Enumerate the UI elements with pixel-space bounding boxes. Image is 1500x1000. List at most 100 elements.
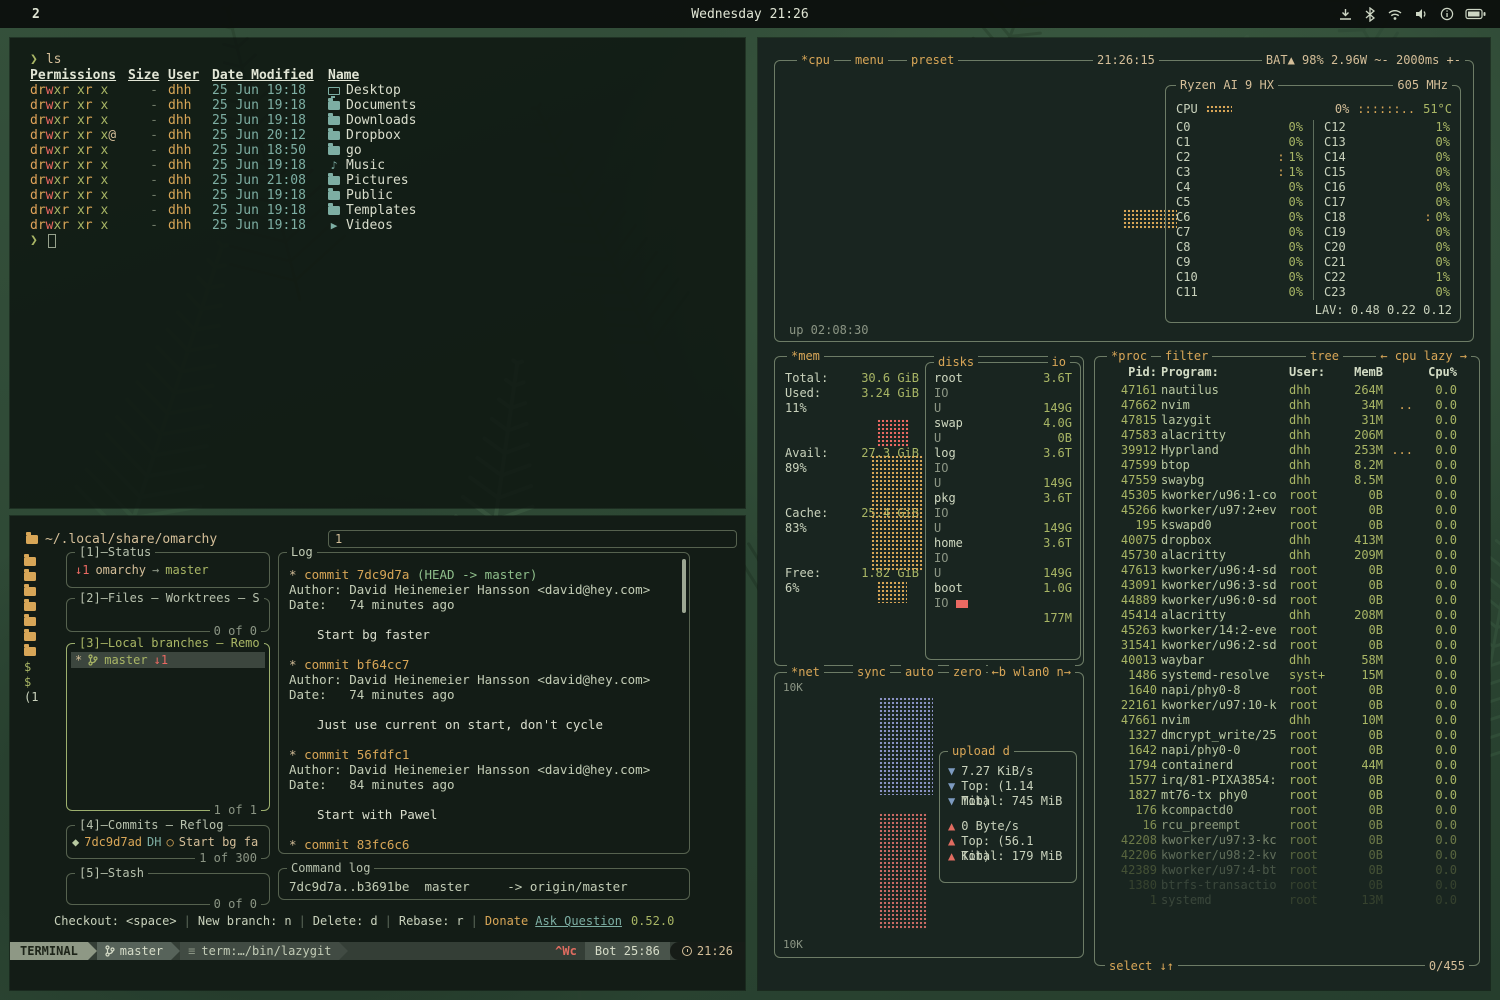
- scrollbar[interactable]: [682, 559, 686, 613]
- keybind-key[interactable]: d: [370, 914, 377, 928]
- log-line[interactable]: Start bg faster: [289, 627, 679, 642]
- process-row[interactable]: 1486systemd-resolvesyst+15M0.0: [1099, 668, 1475, 683]
- process-row[interactable]: 45266kworker/u97:2+evroot0B0.0: [1099, 503, 1475, 518]
- process-row[interactable]: 1640napi/phy0-8root0B0.0: [1099, 683, 1475, 698]
- files-panel[interactable]: [2]—Files — Worktrees — S 0 of 0: [66, 598, 270, 632]
- terminal-window-ls[interactable]: ❯ls Permissions Size User Date Modified …: [10, 38, 745, 508]
- header-program[interactable]: Program:: [1161, 365, 1285, 380]
- ask-question-link[interactable]: Ask Question: [535, 914, 622, 928]
- zero-button[interactable]: zero: [949, 665, 986, 679]
- log-line[interactable]: Author: David Heinemeier Hansson <david@…: [289, 672, 679, 687]
- process-row[interactable]: 195kswapd0root0B0.0: [1099, 518, 1475, 533]
- tree-folder-item[interactable]: [24, 644, 62, 659]
- process-row[interactable]: 45305kworker/u96:1-coroot0B0.0: [1099, 488, 1475, 503]
- process-row[interactable]: 47815lazygitdhh31M0.0: [1099, 413, 1475, 428]
- tree-folder-item[interactable]: [24, 569, 62, 584]
- keybind-key[interactable]: <space>: [126, 914, 177, 928]
- stash-panel[interactable]: [5]—Stash 0 of 0: [66, 873, 270, 905]
- net-panel[interactable]: *net sync auto zero ←b wlan0 n→ 10K 10K …: [774, 672, 1084, 958]
- header-pid[interactable]: Pid:: [1107, 365, 1157, 380]
- process-row[interactable]: 45263kworker/14:2-everoot0B0.0: [1099, 623, 1475, 638]
- wifi-icon[interactable]: [1387, 7, 1403, 21]
- cpu-panel[interactable]: *cpu menu preset 21:26:15 BAT▲ 98% 2.96W…: [774, 60, 1474, 342]
- menu-button[interactable]: menu: [851, 53, 888, 67]
- process-row[interactable]: 45414alacrittydhh208M0.0: [1099, 608, 1475, 623]
- tab-box[interactable]: 1: [328, 530, 737, 548]
- process-row[interactable]: 1systemdroot13M0.0: [1099, 893, 1475, 908]
- process-row[interactable]: 1327dmcrypt_write/25root0B0.0: [1099, 728, 1475, 743]
- log-line[interactable]: [289, 822, 679, 837]
- topbar-clock[interactable]: Wednesday 21:26: [691, 7, 808, 22]
- process-row[interactable]: 39912Hyprlanddhh253M...0.0: [1099, 443, 1475, 458]
- btop-window[interactable]: *cpu menu preset 21:26:15 BAT▲ 98% 2.96W…: [758, 38, 1490, 990]
- log-panel[interactable]: Log * commit 7dc9d7a (HEAD -> master)Aut…: [278, 552, 690, 854]
- commits-panel[interactable]: [4]—Commits — Reflog ◆ 7dc9d7ad DH ○ Sta…: [66, 825, 270, 859]
- log-line[interactable]: * commit 83fc6c6: [289, 837, 679, 852]
- process-row[interactable]: 1827mt76-tx phy0root0B0.0: [1099, 788, 1475, 803]
- log-line[interactable]: Just use current on start, don't cycle: [289, 717, 679, 732]
- log-line[interactable]: [289, 732, 679, 747]
- command-log-panel[interactable]: Command log 7dc9d7a..b3691be master -> o…: [278, 868, 690, 900]
- process-row[interactable]: 42389kworker/u97:4-btroot0B0.0: [1099, 863, 1475, 878]
- log-line[interactable]: * commit bf64cc7: [289, 657, 679, 672]
- io-title[interactable]: io: [1048, 355, 1070, 369]
- process-row[interactable]: 1380btrfs-transactioroot0B0.0: [1099, 878, 1475, 893]
- header-user[interactable]: User:: [1289, 365, 1335, 380]
- process-row[interactable]: 40075dropboxdhh413M0.0: [1099, 533, 1475, 548]
- log-line[interactable]: Date: 84 minutes ago: [289, 777, 679, 792]
- commit-row[interactable]: ◆ 7dc9d7ad DH ○ Start bg fa: [72, 835, 258, 849]
- branch-row-selected[interactable]: * master ↓1: [71, 652, 265, 668]
- status-panel[interactable]: [1]—Status ↓1 omarchy → master: [66, 552, 270, 588]
- filter-button[interactable]: filter: [1161, 349, 1212, 363]
- proc-panel[interactable]: *proc filter tree ← cpu lazy → Pid: Prog…: [1094, 356, 1480, 966]
- tree-folder-item[interactable]: [24, 554, 62, 569]
- process-row[interactable]: 44889kworker/u96:0-sdroot0B0.0: [1099, 593, 1475, 608]
- download-tray-icon[interactable]: [1338, 7, 1353, 22]
- process-row[interactable]: 1794containerdroot44M0.0: [1099, 758, 1475, 773]
- bluetooth-icon[interactable]: [1364, 7, 1376, 22]
- header-cpu[interactable]: Cpu%: [1417, 365, 1457, 380]
- process-row[interactable]: 47583alacrittydhh206M0.0: [1099, 428, 1475, 443]
- process-row[interactable]: 45730alacrittydhh209M0.0: [1099, 548, 1475, 563]
- interface-selector[interactable]: ←b wlan0 n→: [988, 665, 1075, 679]
- donate-link[interactable]: Donate: [485, 914, 528, 928]
- log-line[interactable]: [289, 642, 679, 657]
- process-row[interactable]: 47662nvimdhh34M..0.0: [1099, 398, 1475, 413]
- sort-selector[interactable]: ← cpu lazy →: [1376, 349, 1471, 363]
- header-mem[interactable]: MemB: [1339, 365, 1383, 380]
- process-row[interactable]: 1577irq/81-PIXA3854:root0B0.0: [1099, 773, 1475, 788]
- select-hint[interactable]: select ↓↑: [1105, 959, 1178, 973]
- tree-folder-item[interactable]: [24, 584, 62, 599]
- process-row[interactable]: 42206kworker/u98:2-kvroot0B0.0: [1099, 848, 1475, 863]
- process-row[interactable]: 16rcu_preemptroot0B0.0: [1099, 818, 1475, 833]
- branches-panel[interactable]: [3]—Local branches — Remo * master ↓1 1 …: [66, 643, 270, 811]
- log-line[interactable]: [289, 612, 679, 627]
- info-icon[interactable]: [1440, 7, 1454, 21]
- lazygit-window[interactable]: ~/.local/share/omarchy 1 $$(1 [1]—Status…: [10, 516, 745, 990]
- log-line[interactable]: Date: 74 minutes ago: [289, 687, 679, 702]
- process-row[interactable]: 31541kworker/u96:2-sdroot0B0.0: [1099, 638, 1475, 653]
- tree-folder-item[interactable]: [24, 599, 62, 614]
- commit-log[interactable]: * commit 7dc9d7a (HEAD -> master)Author:…: [289, 567, 679, 852]
- tree-button[interactable]: tree: [1306, 349, 1343, 363]
- battery-status[interactable]: BAT▲ 98% 2.96W ~- 2000ms +-: [1262, 53, 1465, 67]
- log-line[interactable]: Date: 74 minutes ago: [289, 597, 679, 612]
- auto-button[interactable]: auto: [901, 665, 938, 679]
- keybind-key[interactable]: r: [456, 914, 463, 928]
- process-row[interactable]: 47661nvimdhh10M0.0: [1099, 713, 1475, 728]
- process-row[interactable]: 47599btopdhh8.2M0.0: [1099, 458, 1475, 473]
- log-line[interactable]: Start with Pawel: [289, 807, 679, 822]
- log-line[interactable]: Author: David Heinemeier Hansson <david@…: [289, 582, 679, 597]
- log-line[interactable]: * commit 7dc9d7a (HEAD -> master): [289, 567, 679, 582]
- tree-folder-item[interactable]: [24, 614, 62, 629]
- process-row[interactable]: 176kcompactd0root0B0.0: [1099, 803, 1475, 818]
- workspace-indicator[interactable]: 2: [32, 7, 40, 22]
- process-row[interactable]: 47161nautilusdhh264M0.0: [1099, 383, 1475, 398]
- process-row[interactable]: 40013waybardhh58M0.0: [1099, 653, 1475, 668]
- process-table-header[interactable]: Pid: Program: User: MemB Cpu%: [1099, 365, 1475, 380]
- volume-icon[interactable]: [1414, 7, 1429, 21]
- log-line[interactable]: Author: David Heinemeier Hansson <david@…: [289, 762, 679, 777]
- file-tree-strip[interactable]: $$(1: [24, 554, 62, 704]
- process-row[interactable]: 22161kworker/u97:10-kroot0B0.0: [1099, 698, 1475, 713]
- process-row[interactable]: 47613kworker/u96:4-sdroot0B0.0: [1099, 563, 1475, 578]
